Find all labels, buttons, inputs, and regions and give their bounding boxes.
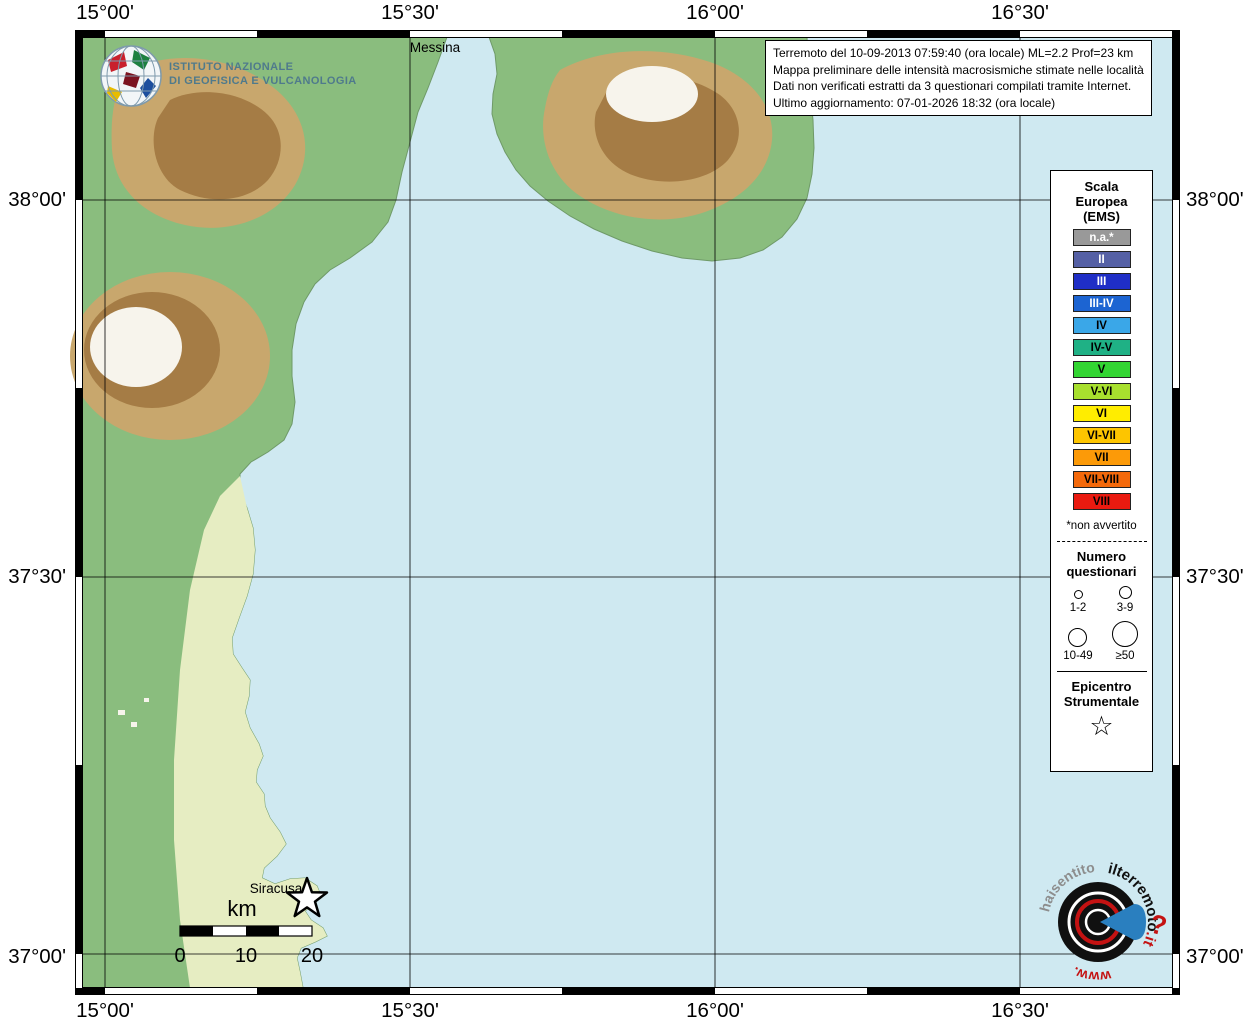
ems-class-iii: III — [1073, 273, 1131, 290]
legend-epicenter-title-line: Strumentale — [1064, 694, 1139, 709]
legend-scale-title-line: Europea — [1075, 194, 1127, 209]
ems-class-vii-viii: VII-VIII — [1073, 471, 1131, 488]
legend-divider-dashed — [1057, 541, 1147, 542]
legend-panel: Scala Europea (EMS) n.a.* II III III-IV … — [1050, 170, 1153, 772]
questionnaire-size-3-9: 3-9 — [1117, 586, 1134, 614]
hsit-arc-bottom: www. — [1070, 964, 1113, 985]
legend-divider-solid — [1057, 671, 1147, 672]
ems-class-vi: VI — [1073, 405, 1131, 422]
questionnaire-size-key: 1-2 3-9 10-49 ≥50 — [1055, 586, 1149, 662]
event-info-line1: Terremoto del 10-09-2013 07:59:40 (ora l… — [773, 45, 1144, 62]
axis-label-top-2: 15°30' — [381, 1, 439, 25]
circle-size-3-9-icon — [1119, 586, 1132, 599]
scale-tick-0: 0 — [174, 945, 185, 967]
ems-class-v-vi: V-VI — [1073, 383, 1131, 400]
ingv-logo-line2: DI GEOFISICA E VULCANOLOGIA — [169, 74, 357, 88]
legend-questionnaire-title: Numero questionari — [1066, 549, 1136, 579]
ingv-logo-text: ISTITUTO NAZIONALE DI GEOFISICA E VULCAN… — [169, 60, 357, 88]
scale-bar-unit: km — [227, 896, 256, 921]
sea-speck — [118, 710, 125, 715]
ems-class-v: V — [1073, 361, 1131, 378]
circle-size-1-2-icon — [1074, 590, 1083, 599]
ems-class-vii: VII — [1073, 449, 1131, 466]
legend-scale-title: Scala Europea (EMS) — [1075, 179, 1127, 224]
axis-label-bottom-3: 16°00' — [686, 999, 744, 1023]
ingv-logo-line1: ISTITUTO NAZIONALE — [169, 60, 357, 74]
ems-class-iv-v: IV-V — [1073, 339, 1131, 356]
circle-size-10-49-icon — [1068, 628, 1087, 647]
axis-label-top-3: 16°00' — [686, 1, 744, 25]
event-info-line3: Dati non verificati estratti da 3 questi… — [773, 78, 1144, 95]
sea-speck — [144, 698, 149, 702]
legend-scale-title-line: (EMS) — [1075, 209, 1127, 224]
questionnaire-size-50plus: ≥50 — [1112, 621, 1138, 662]
event-info-box: Terremoto del 10-09-2013 07:59:40 (ora l… — [765, 40, 1152, 116]
axis-label-top-1: 15°00' — [76, 1, 134, 25]
axis-label-bottom-2: 15°30' — [381, 999, 439, 1023]
axis-label-right-3: 37°00' — [1186, 945, 1244, 969]
hsit-arc-bottom-text: www. — [1070, 964, 1113, 985]
questionnaire-size-label: 3-9 — [1117, 602, 1134, 614]
axis-label-right-1: 38°00' — [1186, 188, 1244, 212]
scale-tick-20: 20 — [301, 945, 323, 967]
axis-label-bottom-4: 16°30' — [991, 999, 1049, 1023]
city-label-messina: Messina — [410, 40, 461, 55]
questionnaire-size-10-49: 10-49 — [1063, 628, 1092, 662]
questionnaire-size-label: ≥50 — [1115, 650, 1134, 662]
legend-epicenter-title-line: Epicentro — [1064, 679, 1139, 694]
ems-class-viii: VIII — [1073, 493, 1131, 510]
ems-class-iv: IV — [1073, 317, 1131, 334]
ingv-macroseismic-map-page: Messina Siracusa km 0 10 20 I — [0, 0, 1254, 1024]
questionnaire-size-label: 10-49 — [1063, 650, 1092, 662]
legend-epicenter-title: Epicentro Strumentale — [1064, 679, 1139, 709]
ems-class-vi-vii: VI-VII — [1073, 427, 1131, 444]
legend-scale-title-line: Scala — [1075, 179, 1127, 194]
ems-class-na: n.a.* — [1073, 229, 1131, 246]
axis-label-left-1: 38°00' — [0, 188, 66, 212]
ems-class-ii: II — [1073, 251, 1131, 268]
event-info-line4: Ultimo aggiornamento: 07-01-2026 18:32 (… — [773, 95, 1144, 112]
circle-size-50plus-icon — [1112, 621, 1138, 647]
axis-label-bottom-1: 15°00' — [76, 999, 134, 1023]
axis-label-left-3: 37°00' — [0, 945, 66, 969]
scale-tick-10: 10 — [235, 945, 257, 967]
axis-label-right-2: 37°30' — [1186, 565, 1244, 589]
ingv-globe-icon — [96, 42, 168, 114]
haisentitoilterremoto-logo: haisentito ilterremoto.it www. ? — [1028, 842, 1178, 1007]
axis-label-top-4: 16°30' — [991, 1, 1049, 25]
legend-questionnaire-title-line: questionari — [1066, 564, 1136, 579]
questionnaire-size-1-2: 1-2 — [1070, 590, 1087, 614]
axis-label-left-2: 37°30' — [0, 565, 66, 589]
legend-footnote: *non avvertito — [1066, 520, 1136, 532]
epicenter-star-icon: ☆ — [1089, 712, 1113, 740]
event-info-line2: Mappa preliminare delle intensità macros… — [773, 62, 1144, 79]
ems-class-iii-iv: III-IV — [1073, 295, 1131, 312]
aspromonte-summit — [606, 66, 698, 122]
sea-speck — [131, 722, 137, 727]
questionnaire-size-label: 1-2 — [1070, 602, 1087, 614]
etna-summit-snow — [90, 307, 182, 387]
legend-questionnaire-title-line: Numero — [1066, 549, 1136, 564]
